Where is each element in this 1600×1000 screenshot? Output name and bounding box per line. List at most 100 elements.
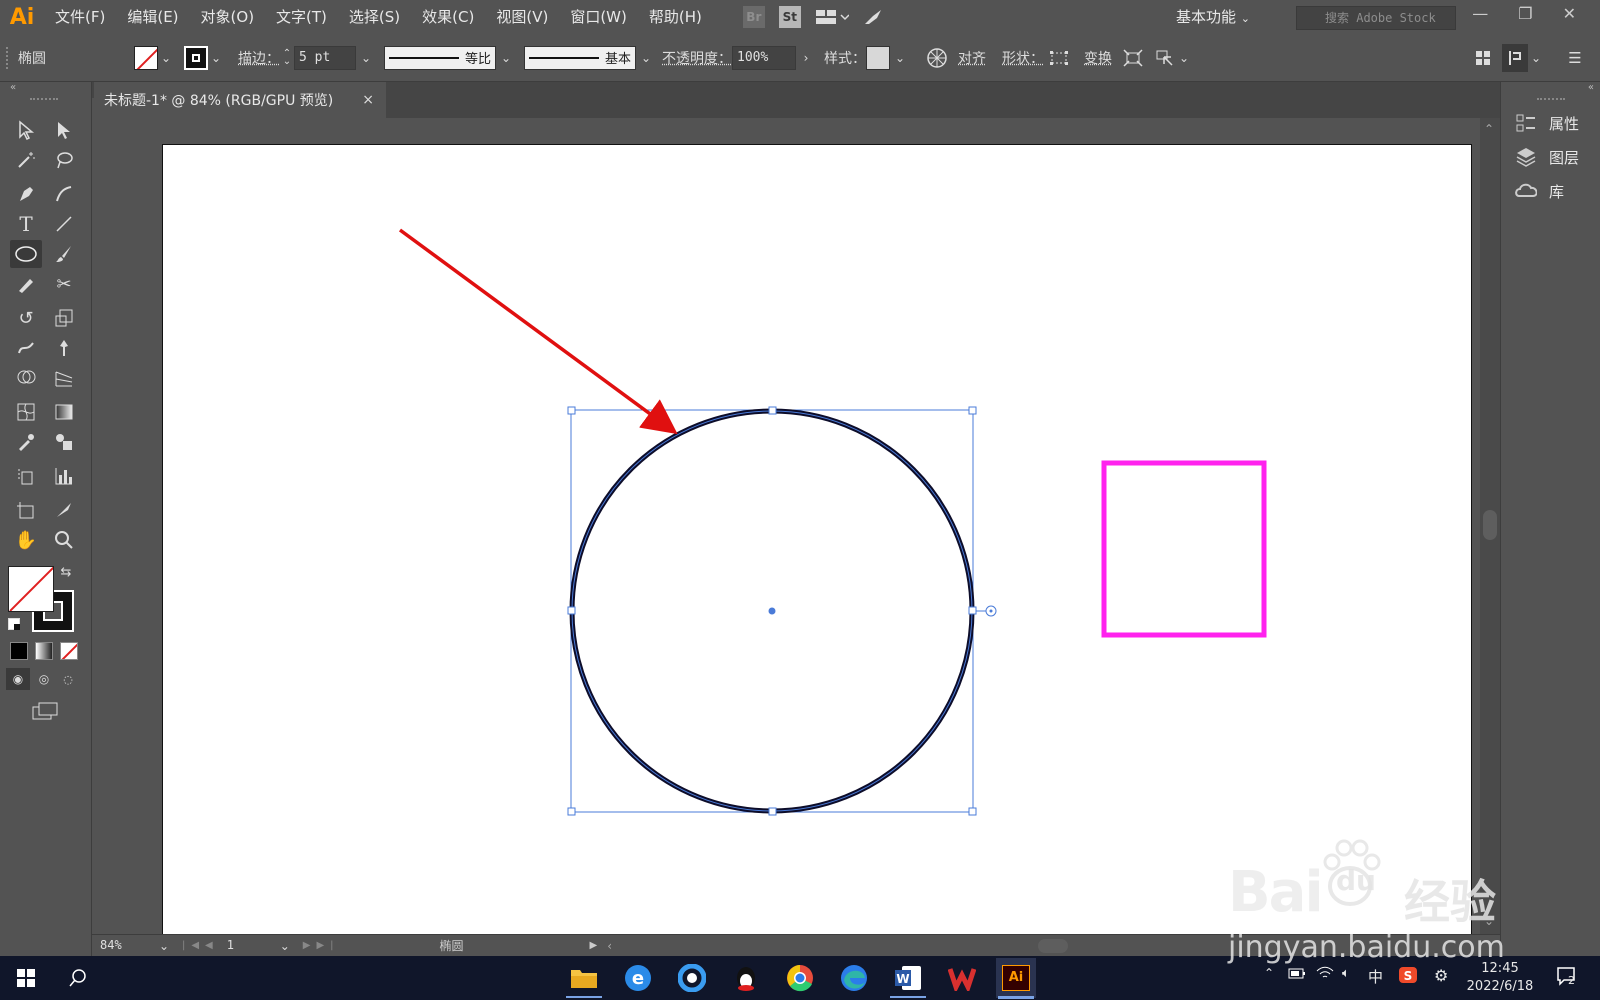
scroll-up-icon[interactable]: ⌃: [1484, 122, 1494, 136]
mesh-tool-icon[interactable]: [10, 398, 42, 426]
stroke-label[interactable]: 描边：: [238, 48, 280, 68]
wps-icon[interactable]: [944, 960, 980, 996]
close-tab-icon[interactable]: ×: [362, 92, 374, 108]
edge-icon[interactable]: [836, 960, 872, 996]
direct-selection-tool-icon[interactable]: [48, 116, 80, 144]
draw-behind-icon[interactable]: ◎: [32, 668, 56, 690]
ie-browser-icon[interactable]: e: [620, 960, 656, 996]
profile-dropdown-icon[interactable]: ⌄: [496, 51, 516, 65]
center-point[interactable]: [768, 607, 776, 615]
handle-middle-left[interactable]: [567, 606, 576, 615]
handle-bottom-left[interactable]: [567, 807, 576, 816]
close-icon[interactable]: ✕: [1563, 4, 1576, 23]
hscroll-left-icon[interactable]: ‹: [607, 939, 612, 953]
swap-fill-stroke-icon[interactable]: ⇆: [56, 562, 76, 582]
menu-edit[interactable]: 编辑(E): [116, 0, 189, 34]
settings-gear-icon[interactable]: ⚙: [1434, 966, 1448, 985]
handle-top-right[interactable]: [968, 406, 977, 415]
expand-panels-icon[interactable]: «: [1588, 82, 1594, 93]
line-segment-tool-icon[interactable]: [48, 210, 80, 238]
stroke-swatch[interactable]: [184, 45, 208, 70]
arrange-icon[interactable]: [1472, 47, 1494, 69]
panel-libraries[interactable]: 库: [1515, 180, 1564, 202]
shaper-tool-icon[interactable]: [10, 270, 42, 298]
volume-icon[interactable]: 🔈︎: [1342, 966, 1350, 981]
qq-icon[interactable]: [728, 960, 764, 996]
puppet-warp-tool-icon[interactable]: [48, 334, 80, 362]
shape-builder-tool-icon[interactable]: [10, 364, 42, 392]
hscroll-thumb[interactable]: [1038, 939, 1068, 953]
variable-width-profile[interactable]: 等比: [384, 45, 496, 70]
ellipse-tool-icon[interactable]: [10, 240, 42, 268]
recolor-artwork-icon[interactable]: [926, 47, 948, 69]
bridge-icon[interactable]: Br: [742, 6, 765, 28]
default-colors-icon[interactable]: [8, 618, 20, 630]
scroll-thumb[interactable]: [1483, 510, 1497, 540]
menu-file[interactable]: 文件(F): [44, 0, 116, 34]
pen-tool-icon[interactable]: [10, 180, 42, 208]
curvature-tool-icon[interactable]: [48, 180, 80, 208]
stroke-dropdown-icon[interactable]: ⌄: [208, 51, 224, 65]
wifi-icon[interactable]: [1316, 966, 1334, 984]
panel-grip[interactable]: [1537, 98, 1565, 102]
battery-icon[interactable]: [1288, 966, 1306, 984]
tray-chevron-icon[interactable]: ⌃: [1264, 966, 1274, 980]
lasso-tool-icon[interactable]: [48, 146, 80, 174]
scroll-down-icon[interactable]: ⌄: [1484, 914, 1494, 928]
handle-top-left[interactable]: [567, 406, 576, 415]
word-icon[interactable]: W: [890, 960, 926, 996]
panel-layers[interactable]: 图层: [1515, 146, 1579, 168]
perspective-grid-tool-icon[interactable]: [48, 364, 80, 392]
panel-menu-icon[interactable]: ☰: [1564, 47, 1586, 69]
zoom-level-input[interactable]: 84%: [96, 936, 154, 955]
stock-search-input[interactable]: 搜索 Adobe Stock: [1296, 6, 1456, 30]
notification-center-icon[interactable]: 2: [1556, 966, 1580, 992]
menu-select[interactable]: 选择(S): [338, 0, 411, 34]
drag-handle[interactable]: [6, 46, 10, 69]
ime-indicator[interactable]: 中: [1368, 966, 1383, 987]
transform-label[interactable]: 变换: [1084, 48, 1112, 68]
graphic-style-swatch[interactable]: [866, 45, 890, 70]
menu-type[interactable]: 文字(T): [265, 0, 338, 34]
fill-swatch[interactable]: [134, 45, 158, 70]
warp-tool-icon[interactable]: [10, 334, 42, 362]
stock-icon[interactable]: St: [778, 6, 801, 28]
stroke-weight-dropdown-icon[interactable]: ⌄: [356, 51, 376, 65]
scale-tool-icon[interactable]: [48, 304, 80, 332]
qq-browser-icon[interactable]: [674, 960, 710, 996]
artboard-nav-next-icons[interactable]: ▶▶|: [303, 940, 340, 951]
menu-effect[interactable]: 效果(C): [411, 0, 485, 34]
eyedropper-tool-icon[interactable]: [10, 428, 42, 456]
artboard-number-input[interactable]: 1: [222, 936, 275, 955]
workspace-switcher[interactable]: 基本功能 ⌄: [1176, 6, 1250, 27]
stroke-stepper-icon[interactable]: ⌃ ⌄: [280, 47, 294, 69]
restore-icon[interactable]: ❐: [1518, 4, 1532, 23]
opacity-arrow-icon[interactable]: ›: [796, 51, 816, 65]
select-similar-dropdown-icon[interactable]: ⌄: [1176, 51, 1192, 65]
artboard-tool-icon[interactable]: [10, 496, 42, 524]
artboard-dropdown-icon[interactable]: ⌄: [275, 939, 295, 953]
canvas[interactable]: [92, 118, 1480, 934]
clock[interactable]: 12:45 2022/6/18: [1466, 960, 1534, 996]
slice-tool-icon[interactable]: [48, 496, 80, 524]
gpu-performance-icon[interactable]: [863, 6, 885, 28]
selection-tool-icon[interactable]: [10, 116, 42, 144]
handle-top-center[interactable]: [768, 406, 777, 415]
zoom-tool-icon[interactable]: [48, 526, 80, 554]
menu-help[interactable]: 帮助(H): [638, 0, 713, 34]
paintbrush-tool-icon[interactable]: [48, 240, 80, 268]
isolate-icon[interactable]: [1122, 47, 1144, 69]
minimize-icon[interactable]: —: [1472, 4, 1488, 23]
zoom-dropdown-icon[interactable]: ⌄: [154, 939, 174, 953]
type-tool-icon[interactable]: T: [10, 210, 42, 238]
style-dropdown-icon[interactable]: ⌄: [890, 51, 910, 65]
handle-middle-right[interactable]: [968, 606, 977, 615]
column-graph-tool-icon[interactable]: [48, 462, 80, 490]
blend-tool-icon[interactable]: [48, 428, 80, 456]
chrome-icon[interactable]: [782, 960, 818, 996]
illustrator-taskbar-icon[interactable]: Ai: [996, 958, 1036, 998]
scissors-tool-icon[interactable]: ✂: [48, 270, 80, 298]
magic-wand-tool-icon[interactable]: [10, 146, 42, 174]
panel-toggle-icon[interactable]: [1502, 43, 1528, 72]
handle-bottom-right[interactable]: [968, 807, 977, 816]
